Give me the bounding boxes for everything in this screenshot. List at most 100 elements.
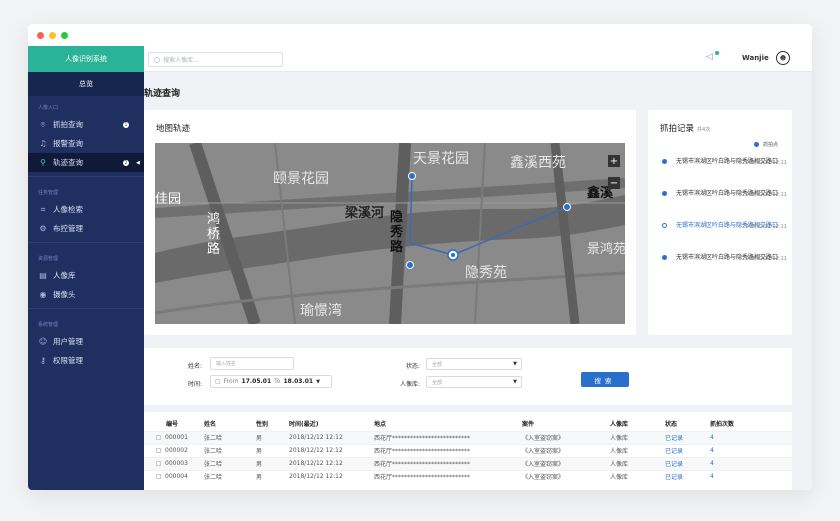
library-select[interactable]: 全部 ▼	[426, 376, 522, 388]
face-scan-icon: ⌾	[40, 119, 46, 129]
row-checkbox[interactable]	[156, 474, 161, 480]
record-time: 2018/12/12 12:11	[742, 224, 787, 230]
records-card: 抓拍记录 共4次 抓拍点 无锡市滨湖区吟白路与隐秀路相交路口 2018/12/12…	[648, 110, 792, 335]
records-title: 抓拍记录 共4次	[660, 122, 710, 134]
section-label-resource: 资源管理	[38, 256, 59, 262]
cell-capture-count[interactable]: 4	[710, 456, 792, 470]
title-bar	[28, 24, 812, 46]
user-name[interactable]: Wanjie	[742, 54, 769, 62]
cell-name: 张二哈	[204, 469, 256, 483]
header: ○ 搜索人像库... ◁ Wanjie ☻	[144, 46, 812, 72]
alarm-icon: ♫	[39, 139, 47, 148]
cell-status-link[interactable]: 已记录	[665, 469, 710, 483]
column-header[interactable]: 抓拍次数	[710, 416, 792, 431]
sidebar: 人像识别系统 总览 人像入口 ⌾ 抓拍查询 1 ♫ 报警查询 ⚲ 轨迹查询 2 …	[28, 46, 144, 490]
minimize-window-button[interactable]	[49, 31, 56, 39]
sidebar-item-track-query[interactable]: ⚲ 轨迹查询 2 ◀	[28, 153, 144, 172]
zoom-in-button[interactable]: +	[608, 155, 620, 167]
map-label: 景鸿苑	[587, 241, 625, 257]
sidebar-item-control[interactable]: ⚙ 布控管理	[28, 219, 144, 238]
record-item-selected[interactable]: 无锡市滨湖区吟白路与隐秀路相交路口 2018/12/12 12:11	[662, 222, 787, 230]
column-header[interactable]: 人像库	[610, 416, 665, 431]
camera-icon: ◉	[39, 290, 47, 299]
sidebar-item-permissions[interactable]: ⚷ 权限管理	[28, 351, 144, 370]
section-label-task: 任务管理	[38, 190, 59, 196]
cell-capture-count[interactable]: 4	[710, 469, 792, 483]
record-item[interactable]: 无锡市滨湖区吟白路与隐秀路相交路口 2018/12/12 12:11	[662, 158, 787, 166]
sidebar-item-alarm-query[interactable]: ♫ 报警查询	[28, 134, 144, 153]
cell-capture-count[interactable]: 4	[710, 430, 792, 444]
date-range-picker[interactable]: ▢ From 17.05.01 To 18.03.01 ▼	[210, 375, 332, 388]
close-window-button[interactable]	[37, 31, 44, 39]
cell-location: 西花厅**************************	[374, 469, 522, 483]
record-item[interactable]: 无锡市滨湖区吟白路与隐秀路相交路口 2018/12/12 12:11	[662, 190, 787, 198]
svg-text:路: 路	[390, 239, 404, 255]
cell-status-link[interactable]: 已记录	[665, 456, 710, 470]
column-header[interactable]: 状态	[665, 416, 710, 431]
cell-time: 2018/12/12 12:12	[289, 456, 374, 470]
track-icon: ⚲	[40, 158, 46, 167]
sidebar-item-label: 权限管理	[53, 356, 83, 365]
capture-point-icon	[753, 142, 759, 147]
cell-name: 张二哈	[204, 443, 256, 457]
column-header[interactable]: 地点	[374, 416, 522, 431]
table-header-row: 编号 姓名 性别 时间(最近) 地点 案件 人像库 状态 抓拍次数	[144, 416, 792, 431]
table-row[interactable]: 000002 张二哈 男 2018/12/12 12:12 西花厅*******…	[144, 443, 792, 457]
sidebar-item-overview[interactable]: 总览	[28, 72, 144, 96]
search-button[interactable]: 搜索	[581, 372, 629, 387]
cell-status-link[interactable]: 已记录	[665, 430, 710, 444]
sidebar-item-users[interactable]: ☺ 用户管理	[28, 332, 144, 351]
avatar[interactable]: ☻	[776, 51, 790, 65]
sidebar-item-camera[interactable]: ◉ 摄像头	[28, 285, 144, 304]
maximize-window-button[interactable]	[61, 31, 68, 39]
chevron-left-icon: ◀	[136, 159, 140, 166]
map-canvas: 颐景花园 天景花园 鑫溪西苑 梁溪河 隐秀苑 瑜憬湾 佳园 鑫溪 景鸿苑 鸿 桥…	[155, 143, 625, 324]
name-input[interactable]: 输入姓名	[210, 357, 294, 370]
results-table-card: 编号 姓名 性别 时间(最近) 地点 案件 人像库 状态 抓拍次数 000001	[144, 412, 792, 490]
sidebar-item-library[interactable]: ▤ 人像库	[28, 266, 144, 285]
cell-name: 张二哈	[204, 456, 256, 470]
zoom-out-button[interactable]: −	[608, 177, 620, 189]
table-row[interactable]: 000004 张二哈 男 2018/12/12 12:12 西花厅*******…	[144, 469, 792, 483]
users-icon: ☺	[38, 337, 48, 346]
cell-status-link[interactable]: 已记录	[665, 443, 710, 457]
table-row[interactable]: 000003 张二哈 男 2018/12/12 12:12 西花厅*******…	[144, 456, 792, 470]
column-header[interactable]: 姓名	[204, 416, 256, 431]
sidebar-item-face-search[interactable]: ⌗ 人像检索	[28, 200, 144, 219]
cell-name: 张二哈	[204, 430, 256, 444]
cell-id: 000001	[165, 434, 188, 441]
cell-location: 西花厅**************************	[374, 443, 522, 457]
records-count: 共4次	[697, 127, 711, 133]
search-placeholder: 搜索人像库...	[163, 57, 199, 64]
sidebar-item-label: 人像库	[53, 271, 76, 280]
records-legend: 抓拍点	[753, 141, 778, 148]
svg-text:秀: 秀	[389, 224, 404, 240]
divider	[28, 242, 144, 243]
column-header[interactable]: 时间(最近)	[289, 416, 374, 431]
sidebar-item-capture-query[interactable]: ⌾ 抓拍查询 1	[28, 115, 144, 134]
cell-id: 000002	[165, 447, 188, 454]
track-map[interactable]: 颐景花园 天景花园 鑫溪西苑 梁溪河 隐秀苑 瑜憬湾 佳园 鑫溪 景鸿苑 鸿 桥…	[155, 143, 625, 324]
row-checkbox[interactable]	[156, 448, 161, 453]
column-header[interactable]: 性别	[256, 416, 289, 431]
badge: 1	[123, 121, 129, 128]
row-checkbox[interactable]	[156, 435, 161, 440]
search-input[interactable]: ○ 搜索人像库...	[148, 52, 283, 67]
column-header[interactable]: 编号	[144, 416, 204, 431]
cell-time: 2018/12/12 12:12	[289, 443, 374, 457]
divider	[28, 308, 144, 309]
cell-time: 2018/12/12 12:12	[289, 469, 374, 483]
row-checkbox[interactable]	[156, 461, 161, 466]
notification-icon[interactable]: ◁	[706, 52, 713, 62]
chevron-down-icon: ▼	[513, 361, 517, 367]
cell-location: 西花厅**************************	[374, 456, 522, 470]
column-header[interactable]: 案件	[522, 416, 610, 431]
chevron-down-icon: ▼	[513, 379, 517, 385]
cell-capture-count[interactable]: 4	[710, 443, 792, 457]
record-bullet-icon	[662, 191, 667, 196]
section-label-portrait: 人像入口	[38, 105, 59, 111]
record-item[interactable]: 无锡市滨湖区吟白路与隐秀路相交路口 2018/12/12 12:11	[662, 254, 787, 262]
table-row[interactable]: 000001 张二哈 男 2018/12/12 12:12 西花厅*******…	[144, 430, 792, 444]
map-label: 佳园	[155, 192, 181, 207]
status-select[interactable]: 全部 ▼	[426, 358, 522, 370]
